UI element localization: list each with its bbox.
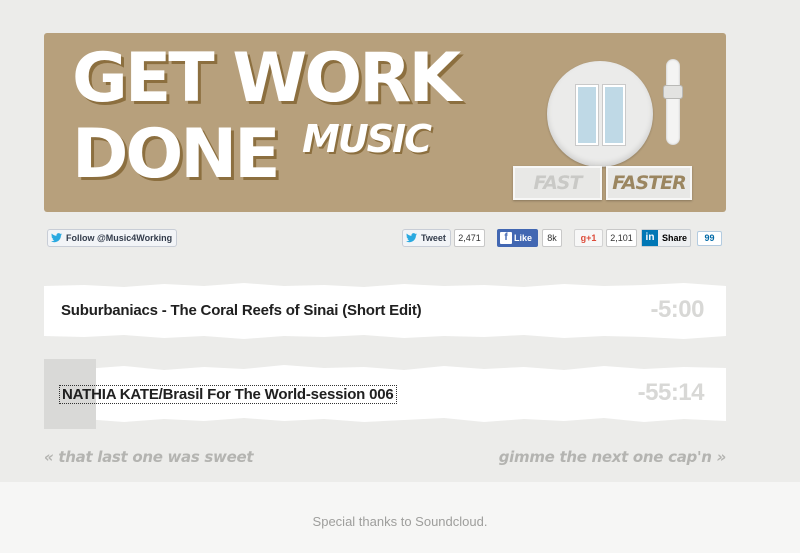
like-label: Like — [514, 233, 533, 243]
twitter-bird-icon — [51, 233, 62, 243]
pause-icon-bar — [603, 85, 625, 145]
google-plus-button[interactable]: g+1 — [574, 229, 603, 247]
fast-button[interactable]: FAST — [513, 166, 602, 200]
twitter-follow-label: Follow @Music4Working — [66, 233, 173, 243]
volume-slider[interactable] — [666, 59, 680, 145]
gplus-label: +1 — [586, 233, 597, 243]
facebook-like-button[interactable]: f Like — [497, 229, 538, 247]
next-track-link[interactable]: gimme the next one cap'n » — [499, 448, 727, 466]
twitter-bird-icon — [406, 233, 417, 243]
facebook-icon: f — [500, 232, 512, 244]
tweet-count: 2,471 — [454, 229, 485, 247]
share-count: 99 — [697, 231, 722, 246]
track-time-remaining: -5:00 — [650, 296, 704, 323]
share-label: Share — [662, 233, 688, 243]
tweet-button[interactable]: Tweet — [402, 229, 451, 247]
header-banner: GET WORK DONE MUSIC FAST FASTER — [44, 33, 726, 212]
track-row[interactable]: Suburbaniacs - The Coral Reefs of Sinai … — [44, 276, 726, 346]
track-title[interactable]: Suburbaniacs - The Coral Reefs of Sinai … — [61, 302, 422, 319]
twitter-follow-button[interactable]: Follow @Music4Working — [47, 229, 177, 247]
gplus-count: 2,101 — [606, 229, 637, 247]
track-row[interactable]: NATHIA KATE/Brasil For The World-session… — [44, 359, 726, 429]
logo-music: MUSIC — [302, 117, 432, 161]
track-time-remaining: -55:14 — [637, 379, 705, 406]
previous-track-link[interactable]: « that last one was sweet — [44, 448, 254, 466]
like-count: 8k — [542, 229, 562, 247]
linkedin-share-button[interactable]: in Share — [641, 229, 691, 247]
pause-button[interactable] — [547, 61, 653, 167]
linkedin-icon: in — [642, 230, 658, 246]
tweet-label: Tweet — [421, 233, 446, 243]
track-title[interactable]: NATHIA KATE/Brasil For The World-session… — [59, 385, 397, 404]
logo-line-2: DONE — [72, 115, 281, 194]
volume-slider-handle[interactable] — [663, 85, 683, 99]
faster-button[interactable]: FASTER — [606, 166, 692, 200]
footer-credits: Special thanks to Soundcloud. — [312, 514, 488, 529]
pause-icon — [576, 85, 598, 145]
logo-line-1: GET WORK — [72, 39, 461, 118]
